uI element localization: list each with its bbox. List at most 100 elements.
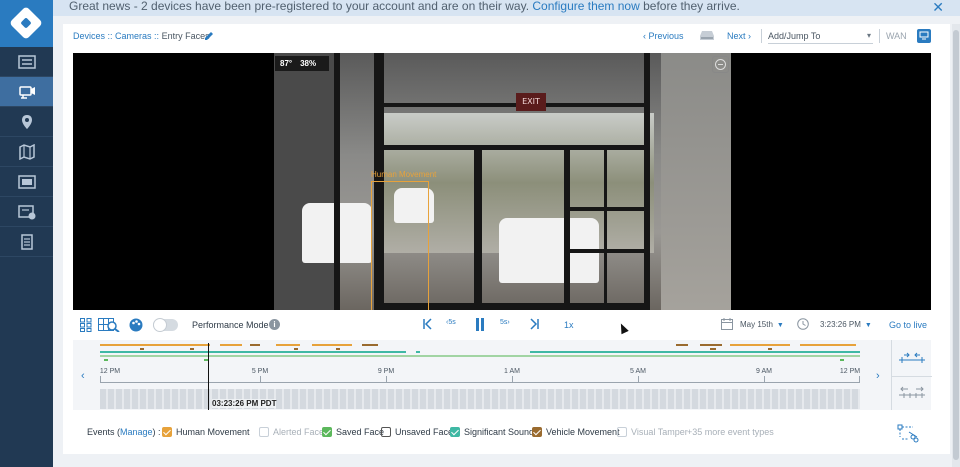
timeline-tick <box>100 376 101 383</box>
devices-grid-icon[interactable] <box>0 47 53 77</box>
event-bar-vehicle[interactable] <box>676 344 688 346</box>
event-filter-label: Vehicle Movement <box>546 427 620 437</box>
time-select[interactable]: 3:23:26 PM ▼ <box>820 320 872 329</box>
event-filter-vehicle-movement[interactable]: Vehicle Movement <box>532 427 620 437</box>
manage-link[interactable]: Manage <box>120 427 153 437</box>
checkbox[interactable] <box>322 427 332 437</box>
grid-view-icon[interactable] <box>80 318 92 332</box>
checkbox[interactable] <box>617 427 627 437</box>
checkbox[interactable] <box>259 427 269 437</box>
more-options-icon[interactable] <box>712 56 729 73</box>
zoom-in-icon[interactable] <box>892 342 932 374</box>
add-jump-to-select[interactable]: Add/Jump To ▾ <box>768 31 873 44</box>
skip-to-start-icon[interactable] <box>423 318 433 330</box>
event-marker[interactable] <box>768 348 772 350</box>
event-bar-human[interactable] <box>100 344 210 346</box>
event-bar-human[interactable] <box>276 344 300 346</box>
event-filter-human-movement[interactable]: Human Movement <box>162 427 250 437</box>
checkbox[interactable] <box>381 427 391 437</box>
map-icon[interactable] <box>0 137 53 167</box>
event-filter-visual-tamper[interactable]: Visual Tamper <box>617 427 688 437</box>
logo-icon[interactable] <box>0 0 53 47</box>
wan-label: WAN <box>886 31 907 41</box>
event-marker[interactable] <box>104 359 108 361</box>
zoom-out-icon[interactable] <box>892 376 932 408</box>
search-grid-icon[interactable] <box>98 318 120 332</box>
date-select[interactable]: May 15th ▼ <box>740 320 784 329</box>
event-filter-unsaved-face[interactable]: Unsaved Face <box>381 427 453 437</box>
timeline-tick-label: 1 AM <box>504 368 520 375</box>
timeline[interactable]: ‹ 12 PM 5 PM 9 PM 1 AM 5 AM 9 AM 12 PM 0… <box>73 340 932 410</box>
event-filter-significant-sound[interactable]: Significant Sound <box>450 427 534 437</box>
checkbox[interactable] <box>162 427 172 437</box>
breadcrumb-devices[interactable]: Devices <box>73 31 105 41</box>
video-player[interactable]: EXIT Human Movement 87° 38% <box>73 53 931 310</box>
event-bar-human[interactable] <box>312 344 352 346</box>
event-marker[interactable] <box>840 359 844 361</box>
banner-message: Great news - 2 devices have been pre-reg… <box>69 0 530 13</box>
event-bar-sound[interactable] <box>100 351 406 353</box>
more-event-types-link[interactable]: +35 more event types <box>687 427 774 437</box>
scrollbar-thumb[interactable] <box>953 30 959 460</box>
previous-camera-button[interactable]: ‹ Previous <box>643 31 684 41</box>
configure-link[interactable]: Configure them now <box>532 0 639 13</box>
breadcrumb-separator: :: <box>151 31 162 41</box>
event-marker[interactable] <box>190 348 194 350</box>
camera-icon[interactable] <box>0 77 53 107</box>
timeline-track[interactable]: 12 PM 5 PM 9 PM 1 AM 5 AM 9 AM 12 PM 03:… <box>100 340 860 410</box>
map-pin-icon[interactable] <box>0 107 53 137</box>
pause-icon[interactable] <box>475 318 485 331</box>
go-to-live-button[interactable]: Go to live <box>889 320 927 330</box>
storage-device-icon[interactable] <box>699 29 715 41</box>
scissors-icon[interactable] <box>897 423 919 443</box>
event-filter-label: Unsaved Face <box>395 427 454 437</box>
event-marker[interactable] <box>336 348 340 350</box>
banner-tail: before they arrive. <box>643 0 740 13</box>
pencil-icon[interactable] <box>204 31 214 41</box>
timeline-tick <box>260 376 261 383</box>
event-marker[interactable] <box>140 348 144 350</box>
forward-5s-button[interactable]: 5s› <box>500 319 510 326</box>
chevron-right-icon[interactable]: › <box>876 370 880 382</box>
playhead[interactable] <box>208 343 209 410</box>
event-bar-human[interactable] <box>800 344 856 346</box>
clock-icon[interactable] <box>797 318 809 330</box>
event-bar-sound[interactable] <box>416 351 420 353</box>
checkbox[interactable] <box>532 427 542 437</box>
event-marker[interactable] <box>710 348 716 350</box>
network-icon[interactable] <box>917 29 931 43</box>
chevron-left-icon[interactable]: ‹ <box>81 370 85 382</box>
palette-icon[interactable] <box>129 318 143 332</box>
playback-speed[interactable]: 1x <box>564 320 574 330</box>
timeline-tick-label: 12 PM <box>99 368 121 375</box>
info-icon[interactable]: i <box>269 319 280 330</box>
breadcrumb-cameras[interactable]: Cameras <box>115 31 152 41</box>
events-label: Events (Manage) : <box>87 427 161 437</box>
event-filter-label: Significant Sound <box>464 427 535 437</box>
performance-mode-toggle[interactable] <box>153 318 178 332</box>
event-bar-vehicle[interactable] <box>362 344 378 346</box>
archive-icon[interactable] <box>0 197 53 227</box>
temperature-value: 87° <box>280 59 293 68</box>
event-filter-alerted-face[interactable]: Alerted Face <box>259 427 324 437</box>
checkbox[interactable] <box>450 427 460 437</box>
event-filter-label: Visual Tamper <box>631 427 688 437</box>
event-bar-vehicle[interactable] <box>250 344 260 346</box>
calendar-icon[interactable] <box>721 318 733 330</box>
event-filter-saved-face[interactable]: Saved Face <box>322 427 384 437</box>
event-bar-human[interactable] <box>220 344 242 346</box>
close-icon[interactable]: ✕ <box>932 0 944 16</box>
timeline-tick <box>386 376 387 383</box>
rewind-5s-button[interactable]: ‹5s <box>446 319 456 326</box>
skip-to-end-icon[interactable] <box>529 318 539 330</box>
event-bar-sound[interactable] <box>530 351 860 353</box>
chevron-right-icon: › <box>507 319 510 326</box>
event-bar-human[interactable] <box>730 344 790 346</box>
timeline-tick <box>859 376 860 383</box>
event-bar-face[interactable] <box>100 355 860 357</box>
event-marker[interactable] <box>294 348 298 350</box>
document-icon[interactable] <box>0 227 53 257</box>
event-bar-vehicle[interactable] <box>700 344 722 346</box>
next-camera-button[interactable]: Next › <box>727 31 751 41</box>
video-wall-icon[interactable] <box>0 167 53 197</box>
